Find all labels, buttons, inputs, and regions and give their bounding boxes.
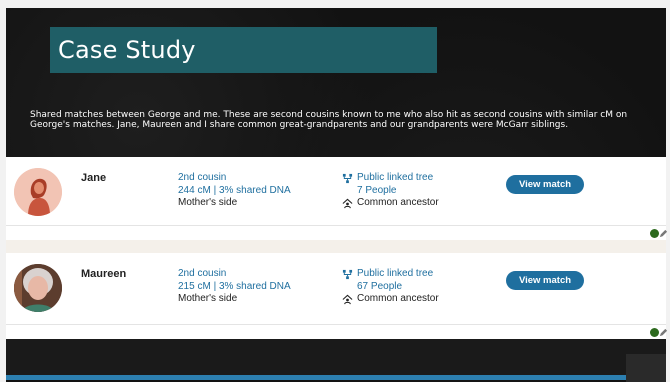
family-tree-icon — [342, 269, 353, 279]
relationship-column: 2nd cousin 244 cM | 3% shared DNA Mother… — [178, 172, 291, 210]
common-ancestor-label: Common ancestor — [357, 293, 439, 304]
common-ancestor-label: Common ancestor — [357, 197, 439, 208]
relationship-column: 2nd cousin 215 cM | 3% shared DNA Mother… — [178, 268, 291, 306]
public-tree-label: Public linked tree — [357, 172, 434, 183]
corner-panel — [626, 354, 666, 382]
slide-title: Case Study — [58, 36, 196, 64]
common-ancestor-icon — [342, 198, 353, 208]
pencil-icon[interactable] — [659, 328, 668, 337]
tree-column: Public linked tree 7 People Common ances… — [342, 172, 439, 210]
window-frame-top — [0, 0, 670, 8]
common-ancestor-row: Common ancestor — [342, 197, 439, 210]
relationship-link[interactable]: 2nd cousin — [178, 268, 291, 281]
common-ancestor-row: Common ancestor — [342, 293, 439, 306]
card-divider — [6, 324, 666, 325]
tree-count-link[interactable]: 67 People — [342, 281, 439, 294]
slide-progress-bar[interactable] — [6, 375, 626, 380]
match-name[interactable]: Jane — [81, 172, 106, 184]
tree-column: Public linked tree 67 People Common ance… — [342, 268, 439, 306]
side-label: Mother's side — [178, 197, 238, 208]
avatar[interactable] — [14, 264, 62, 312]
view-match-button[interactable]: View match — [506, 271, 584, 290]
view-match-button[interactable]: View match — [506, 175, 584, 194]
profile-photo — [14, 264, 62, 312]
match-name[interactable]: Maureen — [81, 268, 126, 280]
presentation-slide: Case Study Shared matches between George… — [6, 8, 668, 382]
slide-footer-band — [6, 339, 666, 375]
status-dot-icon — [650, 229, 659, 238]
relationship-link[interactable]: 2nd cousin — [178, 172, 291, 185]
card-separator — [6, 240, 666, 253]
common-ancestor-icon — [342, 294, 353, 304]
avatar[interactable] — [14, 168, 62, 216]
public-tree-label: Public linked tree — [357, 268, 434, 279]
status-dot-icon — [650, 328, 659, 337]
public-tree-row[interactable]: Public linked tree — [342, 172, 439, 185]
card-divider — [6, 225, 666, 226]
shared-dna-link[interactable]: 215 cM | 3% shared DNA — [178, 281, 291, 294]
match-card-maureen: Maureen 2nd cousin 215 cM | 3% shared DN… — [6, 253, 668, 339]
title-banner: Case Study — [50, 27, 437, 73]
match-card-jane: Jane 2nd cousin 244 cM | 3% shared DNA M… — [6, 157, 668, 240]
pencil-icon[interactable] — [659, 229, 668, 238]
family-tree-icon — [342, 173, 353, 183]
window-frame-right — [666, 0, 670, 382]
silhouette-icon — [14, 168, 62, 216]
shared-dna-link[interactable]: 244 cM | 3% shared DNA — [178, 185, 291, 198]
slide-description: Shared matches between George and me. Th… — [30, 110, 628, 130]
public-tree-row[interactable]: Public linked tree — [342, 268, 439, 281]
tree-count-link[interactable]: 7 People — [342, 185, 439, 198]
side-label: Mother's side — [178, 293, 238, 304]
